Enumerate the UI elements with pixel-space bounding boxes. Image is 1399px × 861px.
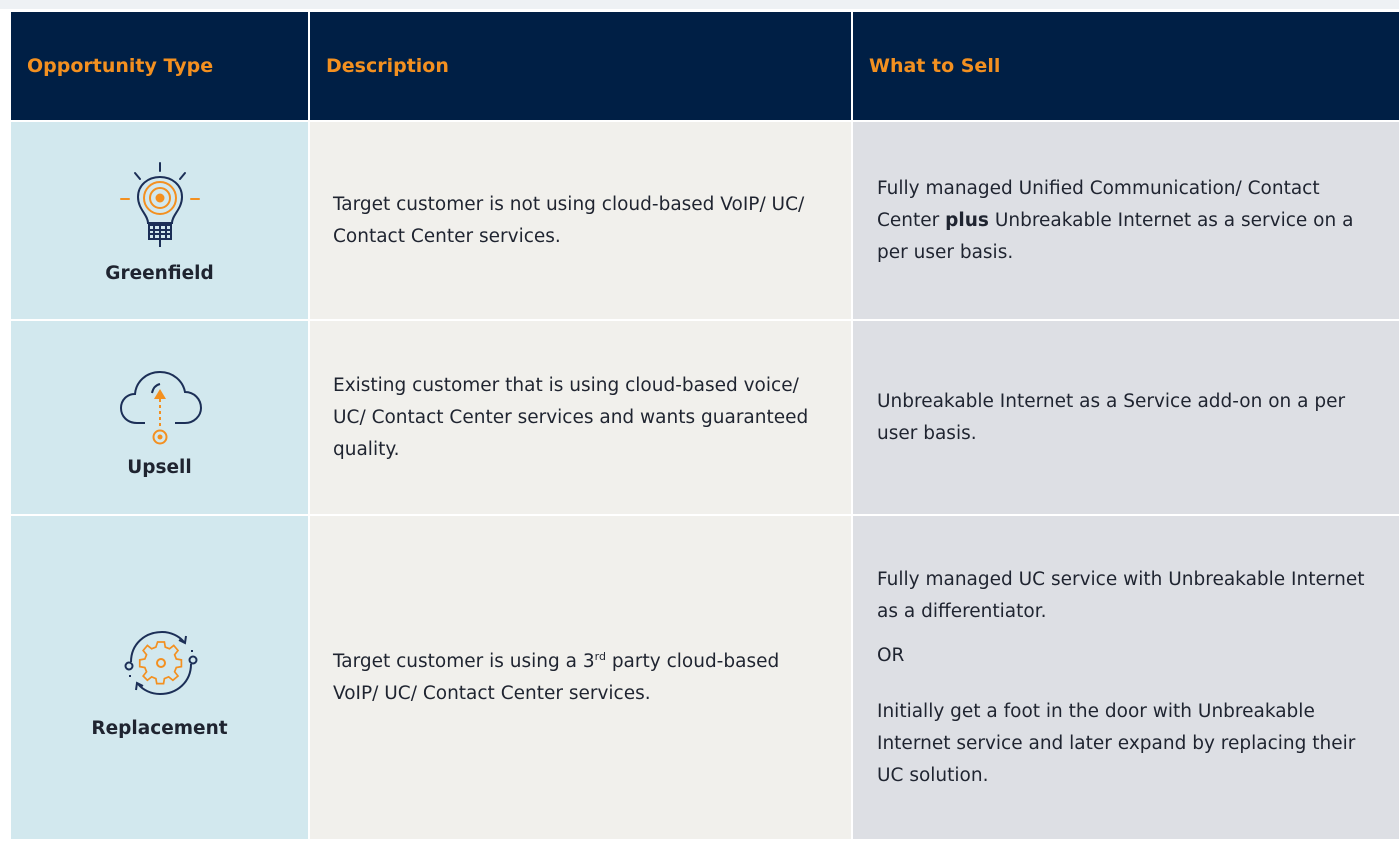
sell-cell: Unbreakable Internet as a Service add-on… xyxy=(851,319,1399,516)
header-what-to-sell: What to Sell xyxy=(851,10,1399,122)
type-label: Replacement xyxy=(91,718,228,739)
type-cell: Greenfield xyxy=(9,120,310,321)
description-cell: Target customer is using a 3rd party clo… xyxy=(308,514,853,841)
opportunity-table: Opportunity Type Description What to Sel… xyxy=(9,10,1399,841)
sell-cell: Fully managed Unified Communication/ Con… xyxy=(851,120,1399,321)
gear-cycle-icon xyxy=(124,630,197,696)
lightbulb-target-icon xyxy=(119,162,200,247)
header-row: Opportunity Type Description What to Sel… xyxy=(9,10,1399,122)
type-label: Upsell xyxy=(127,457,192,478)
description-text: Existing customer that is using cloud-ba… xyxy=(333,374,809,460)
description-sup: rd xyxy=(594,649,606,663)
header-description: Description xyxy=(308,10,853,122)
description-cell: Target customer is not using cloud-based… xyxy=(308,120,853,321)
sell-cell: Fully managed UC service with Unbreakabl… xyxy=(851,514,1399,841)
type-cell: Replacement xyxy=(9,514,310,841)
sell-text-bold: plus xyxy=(945,209,989,231)
header-opportunity-type: Opportunity Type xyxy=(9,10,310,122)
table-row: Greenfield Target customer is not using … xyxy=(9,120,1399,321)
description-cell: Existing customer that is using cloud-ba… xyxy=(308,319,853,516)
table-row: Replacement Target customer is using a 3… xyxy=(9,514,1399,841)
table-row: Upsell Existing customer that is using c… xyxy=(9,319,1399,516)
sell-text: Unbreakable Internet as a Service add-on… xyxy=(877,390,1346,444)
description-text-pre: Target customer is using a 3 xyxy=(333,650,595,672)
top-strip xyxy=(0,0,1399,9)
type-cell: Upsell xyxy=(9,319,310,516)
sell-text-2: Initially get a foot in the door with Un… xyxy=(877,700,1356,786)
description-text: Target customer is not using cloud-based… xyxy=(333,193,805,247)
sell-or: OR xyxy=(877,644,905,666)
sell-text-1: Fully managed UC service with Unbreakabl… xyxy=(877,568,1365,622)
type-label: Greenfield xyxy=(105,263,214,284)
cloud-upload-icon xyxy=(119,370,202,445)
